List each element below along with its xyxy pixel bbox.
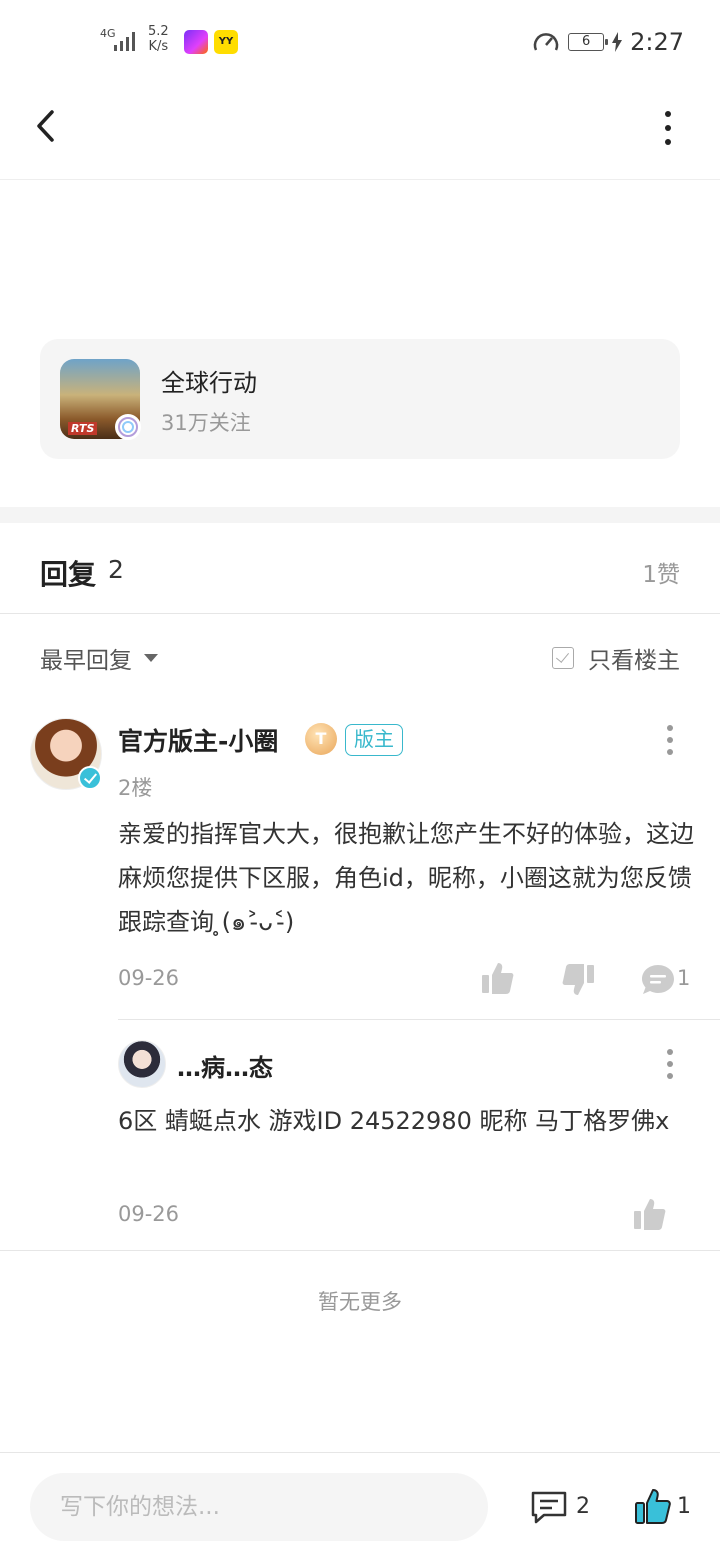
game-icon-tag: RTS (68, 422, 98, 435)
only-owner-label: 只看楼主 (588, 648, 680, 674)
floor-number: 2楼 (118, 776, 153, 800)
only-owner-toggle[interactable]: 只看楼主 (552, 641, 680, 675)
clock: 2:27 (630, 28, 684, 56)
reply-author[interactable]: 官方版主-小圈 (118, 722, 278, 758)
comment-bubble-icon[interactable] (640, 962, 676, 998)
reply-content: 亲爱的指挥官大大，很抱歉让您产生不好的体验，这边麻烦您提供下区服，角色id，昵称… (118, 820, 694, 936)
moderator-tag: 版主 (345, 724, 403, 756)
likes-total: 1赞 (642, 562, 680, 588)
replies-header: 回复 2 1赞 (0, 523, 720, 614)
no-more-text: 暂无更多 (318, 1290, 402, 1314)
network-speed: 5.2 K/s (148, 24, 169, 54)
yy-app-icon: YY (214, 30, 238, 54)
battery-icon: 6 (568, 33, 609, 51)
status-right: 6 2:27 (532, 26, 684, 58)
sort-dropdown[interactable]: 最早回复 (40, 641, 158, 675)
reply-comment-count: 1 (677, 966, 691, 990)
sub-avatar[interactable] (118, 1040, 166, 1088)
speed-value: 5.2 (148, 24, 169, 39)
reply-more-icon[interactable] (666, 724, 674, 756)
signal-icon (114, 32, 135, 51)
caret-down-icon (144, 654, 158, 662)
sub-reply-date: 09-26 (118, 1202, 180, 1226)
speed-unit: K/s (148, 39, 169, 54)
comment-count: 2 (576, 1494, 590, 1519)
checkbox-icon[interactable] (552, 647, 574, 669)
like-icon[interactable] (634, 1487, 672, 1525)
comment-input[interactable]: 写下你的想法... (30, 1473, 488, 1541)
comment-icon[interactable] (530, 1489, 568, 1525)
replies-count: 2 (108, 555, 124, 584)
sub-reply-author[interactable]: …病…态 (177, 1048, 273, 1083)
video-app-icon (184, 30, 208, 54)
more-options-icon[interactable] (656, 108, 680, 148)
thumbs-up-icon[interactable] (480, 960, 516, 996)
thumbs-down-icon[interactable] (560, 962, 596, 998)
top-nav (0, 84, 720, 180)
verified-icon (78, 766, 102, 790)
speedometer-icon (533, 33, 559, 51)
game-followers: 31万关注 (161, 411, 251, 435)
bottom-bar: 写下你的想法... 2 1 (0, 1452, 720, 1560)
sub-reply-more-icon[interactable] (666, 1048, 674, 1080)
divider (0, 1250, 720, 1251)
sort-label: 最早回复 (40, 648, 132, 674)
like-count: 1 (677, 1494, 691, 1519)
section-separator (0, 507, 720, 523)
game-card[interactable]: RTS 全球行动 31万关注 (40, 339, 680, 459)
replies-title: 回复 (40, 558, 97, 591)
game-name: 全球行动 (161, 369, 257, 397)
status-bar: 4G 5.2 K/s YY 6 2:27 (0, 0, 720, 84)
back-arrow-icon[interactable] (28, 106, 68, 146)
sub-thumbs-up-icon[interactable] (632, 1196, 668, 1232)
charging-icon (612, 32, 623, 52)
level-badge: T (305, 723, 337, 755)
game-badge-icon (115, 414, 141, 440)
divider (118, 1019, 720, 1020)
sub-reply-content: 6区 蜻蜓点水 游戏ID 24522980 昵称 马丁格罗佛x (118, 1107, 670, 1135)
reply-date: 09-26 (118, 966, 180, 990)
